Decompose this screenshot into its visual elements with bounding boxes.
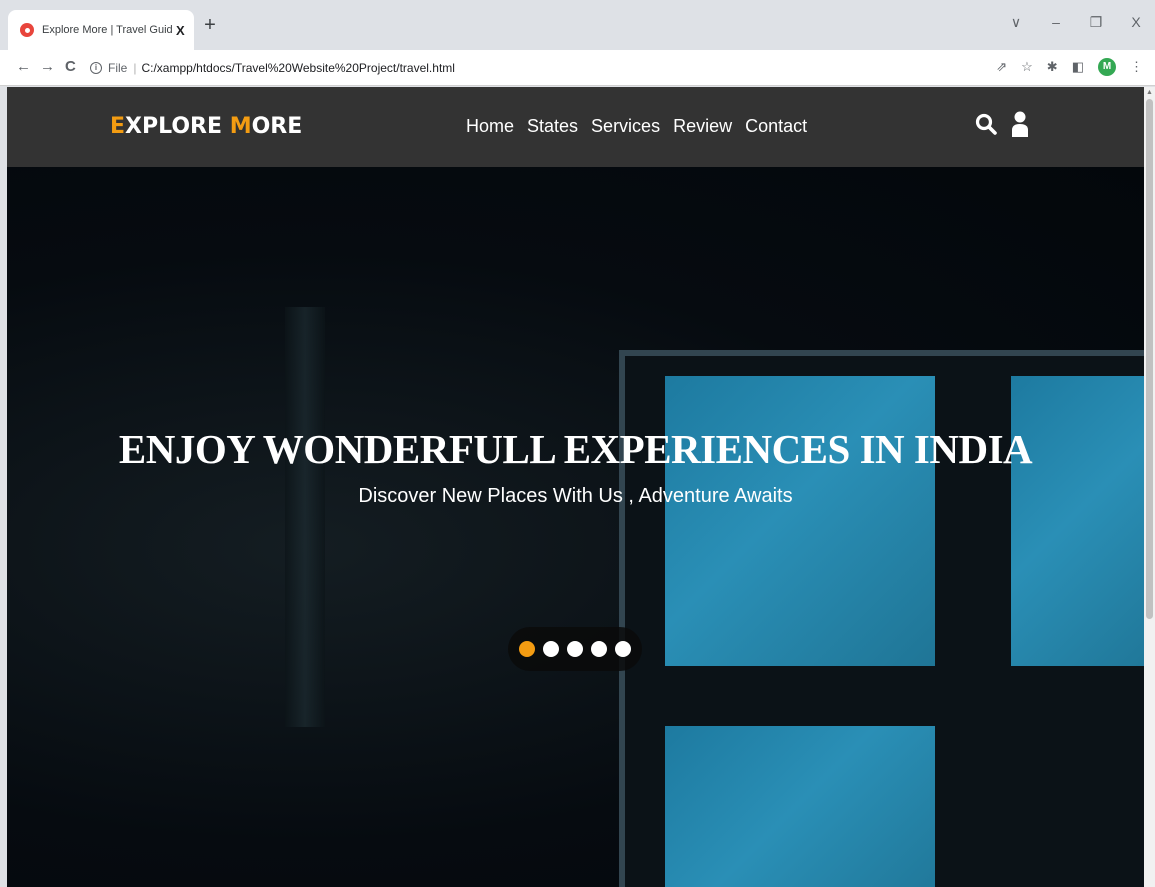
page-scrollbar[interactable]: ▲ bbox=[1144, 87, 1155, 887]
site-logo[interactable]: EXPLORE MORE bbox=[110, 114, 302, 139]
scroll-thumb[interactable] bbox=[1146, 99, 1153, 619]
slide-dot-1[interactable] bbox=[519, 641, 535, 657]
slider-pagination bbox=[508, 627, 642, 671]
nav-states[interactable]: States bbox=[527, 116, 578, 137]
header-icons bbox=[975, 111, 1029, 137]
url-text[interactable]: C:/xampp/htdocs/Travel%20Website%20Proje… bbox=[141, 61, 454, 75]
minimize-button[interactable]: – bbox=[1049, 14, 1063, 31]
profile-avatar[interactable]: M bbox=[1098, 58, 1116, 76]
toolbar-right: ⇗ ☆ ✱ ◧ M ⋮ bbox=[996, 58, 1143, 76]
nav-services[interactable]: Services bbox=[591, 116, 660, 137]
site-header: EXPLORE MORE Home States Services Review… bbox=[7, 87, 1144, 167]
search-icon[interactable] bbox=[975, 113, 997, 135]
url-omnibox[interactable]: i File | C:/xampp/htdocs/Travel%20Websit… bbox=[90, 55, 990, 81]
hero-subtitle: Discover New Places With Us , Adventure … bbox=[358, 485, 793, 507]
slide-dot-4[interactable] bbox=[591, 641, 607, 657]
page-viewport: EXPLORE MORE Home States Services Review… bbox=[7, 87, 1144, 887]
scroll-up-arrow-icon[interactable]: ▲ bbox=[1146, 89, 1153, 96]
tab-close-button[interactable]: X bbox=[176, 23, 185, 38]
slide-dot-5[interactable] bbox=[615, 641, 631, 657]
nav-home[interactable]: Home bbox=[466, 116, 514, 137]
reload-button[interactable]: C bbox=[65, 58, 76, 75]
new-tab-button[interactable]: + bbox=[200, 15, 220, 36]
extensions-puzzle-icon[interactable]: ✱ bbox=[1047, 59, 1058, 75]
side-panel-icon[interactable]: ◧ bbox=[1072, 59, 1084, 75]
hero-title: ENJOY WONDERFULL EXPERIENCES IN INDIA bbox=[118, 426, 1033, 472]
window-controls: ∨ – ❐ X bbox=[1009, 14, 1143, 31]
slide-dot-3[interactable] bbox=[567, 641, 583, 657]
url-scheme-label: File bbox=[108, 61, 128, 75]
tab-search-button[interactable]: ∨ bbox=[1009, 14, 1023, 31]
url-separator: | bbox=[133, 61, 137, 75]
hero-background-pole bbox=[285, 307, 325, 727]
restore-button[interactable]: ❐ bbox=[1089, 14, 1103, 31]
hero-section: ENJOY WONDERFULL EXPERIENCES IN INDIA Di… bbox=[7, 167, 1144, 887]
back-button[interactable]: ← bbox=[16, 58, 31, 75]
forward-button[interactable]: → bbox=[40, 58, 55, 75]
window-pane bbox=[1011, 376, 1144, 666]
slide-dot-2[interactable] bbox=[543, 641, 559, 657]
window-pane bbox=[665, 376, 935, 666]
nav-review[interactable]: Review bbox=[673, 116, 732, 137]
tab-title: Explore More | Travel Guide Web bbox=[42, 24, 172, 36]
site-info-icon[interactable]: i bbox=[90, 62, 102, 74]
window-pane bbox=[665, 726, 935, 887]
address-bar: ← → C i File | C:/xampp/htdocs/Travel%20… bbox=[0, 50, 1155, 86]
bookmark-star-icon[interactable]: ☆ bbox=[1021, 59, 1033, 75]
nav-contact[interactable]: Contact bbox=[745, 116, 807, 137]
share-icon[interactable]: ⇗ bbox=[996, 59, 1007, 75]
menu-kebab-icon[interactable]: ⋮ bbox=[1130, 59, 1143, 75]
main-nav: Home States Services Review Contact bbox=[466, 116, 807, 137]
close-window-button[interactable]: X bbox=[1129, 14, 1143, 31]
user-icon[interactable] bbox=[1011, 111, 1029, 137]
browser-tab-strip: Explore More | Travel Guide Web X + ∨ – … bbox=[0, 0, 1155, 50]
favicon-icon bbox=[20, 23, 34, 37]
browser-tab[interactable]: Explore More | Travel Guide Web X bbox=[8, 10, 194, 50]
